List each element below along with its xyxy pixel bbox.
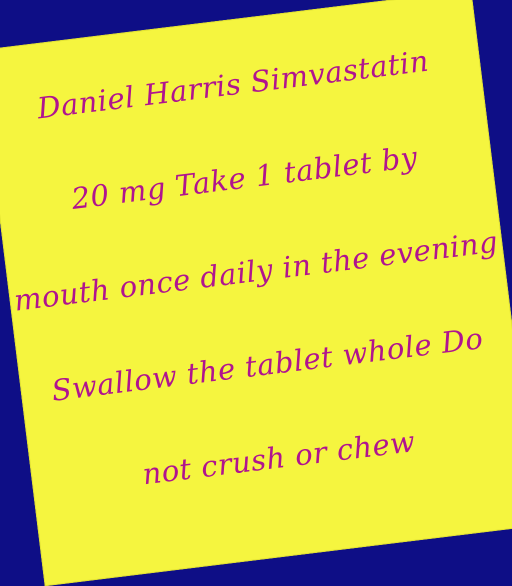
note-line-5: not crush or chew — [140, 424, 418, 492]
note-line-4: Swallow the tablet whole Do — [49, 321, 486, 408]
note-line-2: 20 mg Take 1 tablet by — [69, 139, 420, 216]
note-line-1: Daniel Harris Simvastatin — [35, 43, 431, 126]
note-line-3: mouth once daily in the evening — [12, 224, 500, 318]
sticky-note: Daniel Harris Simvastatin 20 mg Take 1 t… — [0, 0, 512, 586]
